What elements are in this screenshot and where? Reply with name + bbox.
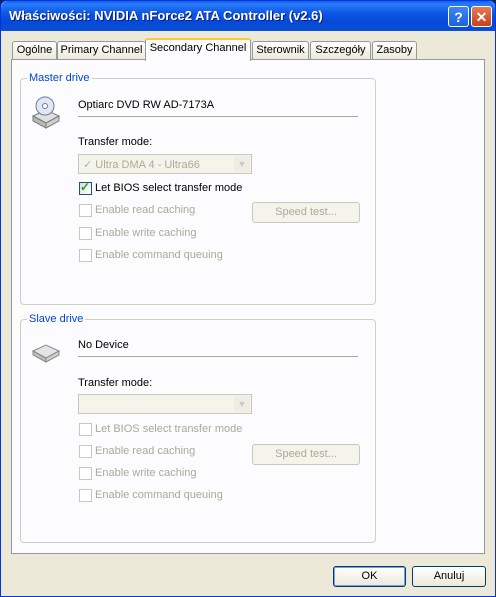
slave-drive-legend: Slave drive bbox=[27, 313, 86, 325]
slave-drive-group: Slave drive No Device Transfer mode: ▼ L… bbox=[20, 313, 376, 543]
slave-command-queuing-label: Enable command queuing bbox=[95, 489, 223, 501]
tab-label: Secondary Channel bbox=[149, 42, 247, 54]
slave-bios-select-checkbox[interactable] bbox=[79, 423, 92, 436]
tab-secondary-channel[interactable]: Secondary Channel bbox=[145, 38, 251, 61]
master-speed-test-button[interactable]: Speed test... bbox=[252, 202, 360, 223]
master-read-caching-checkbox[interactable] bbox=[79, 204, 92, 217]
cancel-button[interactable]: Anuluj bbox=[412, 566, 486, 587]
master-transfer-mode-select[interactable]: ✓ Ultra DMA 4 - Ultra66 ▼ bbox=[78, 154, 252, 174]
window-title: Właściwości: NVIDIA nForce2 ATA Controll… bbox=[9, 8, 323, 23]
slave-write-caching-checkbox[interactable] bbox=[79, 467, 92, 480]
slave-bios-select-label: Let BIOS select transfer mode bbox=[95, 423, 243, 435]
transfer-mode-text: Ultra DMA 4 - Ultra66 bbox=[95, 159, 200, 171]
tab-sterownik[interactable]: Sterownik bbox=[252, 41, 309, 59]
ok-button[interactable]: OK bbox=[333, 566, 406, 587]
title-bar[interactable]: Właściwości: NVIDIA nForce2 ATA Controll… bbox=[1, 1, 495, 31]
dialog-client: Ogólne Primary Channel Secondary Channel… bbox=[4, 31, 492, 593]
tab-ogolne[interactable]: Ogólne bbox=[12, 41, 57, 59]
help-icon: ? bbox=[454, 9, 463, 25]
master-transfer-mode-value: ✓ Ultra DMA 4 - Ultra66 bbox=[83, 158, 200, 171]
tab-zasoby[interactable]: Zasoby bbox=[372, 41, 417, 59]
close-icon: ✕ bbox=[475, 9, 488, 25]
chevron-down-icon[interactable]: ▼ bbox=[234, 156, 250, 172]
tab-primary-channel[interactable]: Primary Channel bbox=[57, 41, 146, 59]
master-drive-group: Master drive Optiarc DVD RW AD-7173A Tra… bbox=[20, 72, 376, 305]
help-button[interactable]: ? bbox=[448, 6, 469, 27]
master-device-name: Optiarc DVD RW AD-7173A bbox=[78, 99, 215, 111]
divider bbox=[78, 116, 358, 117]
checkmark-icon: ✓ bbox=[80, 180, 91, 194]
tab-szczegoly[interactable]: Szczegóły bbox=[310, 41, 371, 59]
master-bios-select-label: Let BIOS select transfer mode bbox=[95, 182, 243, 194]
master-drive-legend: Master drive bbox=[27, 72, 92, 84]
master-command-queuing-checkbox[interactable] bbox=[79, 249, 92, 262]
master-command-queuing-label: Enable command queuing bbox=[95, 249, 223, 261]
slave-write-caching-label: Enable write caching bbox=[95, 467, 197, 479]
slave-device-name: No Device bbox=[78, 339, 129, 351]
slave-command-queuing-checkbox[interactable] bbox=[79, 489, 92, 502]
empty-drive-icon bbox=[31, 344, 61, 363]
master-bios-select-checkbox[interactable]: ✓ bbox=[79, 180, 92, 195]
slave-speed-test-button[interactable]: Speed test... bbox=[252, 444, 360, 465]
properties-window: Właściwości: NVIDIA nForce2 ATA Controll… bbox=[0, 0, 496, 597]
master-transfer-label: Transfer mode: bbox=[78, 136, 153, 148]
slave-transfer-label: Transfer mode: bbox=[78, 377, 153, 389]
tab-label: Primary Channel bbox=[60, 44, 143, 56]
close-button[interactable]: ✕ bbox=[471, 6, 492, 27]
tab-panel-secondary-channel: Master drive Optiarc DVD RW AD-7173A Tra… bbox=[11, 59, 485, 554]
master-read-caching-label: Enable read caching bbox=[95, 204, 196, 216]
cd-drive-icon bbox=[31, 96, 61, 129]
slave-transfer-mode-select[interactable]: ▼ bbox=[78, 394, 252, 414]
tab-label: Sterownik bbox=[256, 44, 305, 56]
divider bbox=[78, 356, 358, 357]
tab-label: Szczegóły bbox=[315, 44, 366, 56]
master-write-caching-checkbox[interactable] bbox=[79, 227, 92, 240]
slave-read-caching-checkbox[interactable] bbox=[79, 445, 92, 458]
master-write-caching-label: Enable write caching bbox=[95, 227, 197, 239]
tab-label: Zasoby bbox=[376, 44, 413, 56]
check-icon: ✓ bbox=[83, 159, 93, 171]
chevron-down-icon[interactable]: ▼ bbox=[234, 396, 250, 412]
slave-read-caching-label: Enable read caching bbox=[95, 445, 196, 457]
tab-label: Ogólne bbox=[16, 44, 53, 56]
